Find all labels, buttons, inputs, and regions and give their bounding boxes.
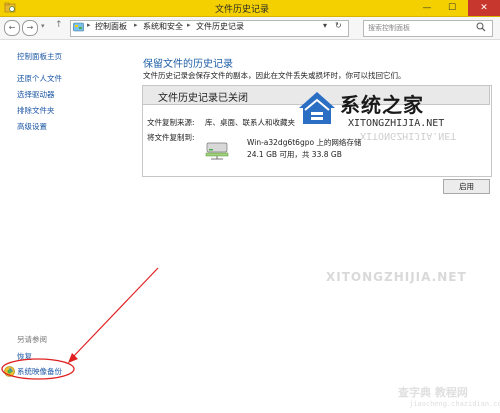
- breadcrumb-separator: ▸: [87, 21, 91, 29]
- enable-button[interactable]: 启用: [443, 179, 490, 194]
- search-icon[interactable]: [476, 22, 486, 32]
- close-button[interactable]: ✕: [468, 0, 500, 16]
- status-title: 文件历史记录已关闭: [158, 93, 248, 104]
- recovery-link[interactable]: 恢复: [17, 351, 32, 362]
- breadcrumb-control-panel[interactable]: 控制面板: [95, 21, 127, 32]
- network-drive-icon: [205, 142, 229, 160]
- maximize-button[interactable]: ☐: [440, 0, 464, 16]
- watermark-middle: XITONGZHIJIA.NET: [326, 270, 467, 284]
- watermark-url: XITONGZHIJIA.NET: [348, 118, 445, 129]
- address-dropdown-icon[interactable]: ▾: [323, 21, 327, 30]
- control-panel-icon: [73, 22, 84, 32]
- select-drive-link[interactable]: 选择驱动器: [17, 89, 55, 100]
- up-button[interactable]: ↑: [55, 20, 63, 30]
- advanced-settings-link[interactable]: 高级设置: [17, 121, 47, 132]
- watermark-brand: 系统之家: [340, 93, 424, 117]
- breadcrumb-separator: ▸: [187, 21, 191, 29]
- watermark-bottom-cn: 查字典 教程网: [398, 386, 468, 399]
- exclude-folders-link[interactable]: 排除文件夹: [17, 105, 55, 116]
- system-image-backup-link[interactable]: 系统映像备份: [17, 366, 62, 377]
- window-title: 文件历史记录: [215, 5, 270, 15]
- drive-space: 24.1 GB 可用，共 33.8 GB: [247, 150, 342, 159]
- drive-name: Win-a32dg6t6gpo 上的网络存储: [247, 138, 362, 147]
- copy-from-value: 库、桌面、联系人和收藏夹: [205, 118, 295, 127]
- watermark-logo: [299, 92, 335, 124]
- back-button[interactable]: ←: [4, 20, 20, 36]
- copy-from-label: 文件复制来源:: [147, 118, 195, 127]
- forward-button[interactable]: →: [22, 20, 38, 36]
- breadcrumb-system-security[interactable]: 系统和安全: [143, 21, 183, 32]
- copy-to-label: 将文件复制到:: [147, 133, 195, 142]
- breadcrumb-separator: ▸: [134, 21, 138, 29]
- page-heading: 保留文件的历史记录: [143, 59, 233, 70]
- system-image-backup-icon: [4, 366, 15, 377]
- page-description: 文件历史记录会保存文件的副本，因此在文件丢失或损坏时，你可以找回它们。: [143, 71, 406, 80]
- control-panel-home-link[interactable]: 控制面板主页: [17, 51, 62, 62]
- refresh-icon[interactable]: ↻: [335, 21, 342, 30]
- see-also-title: 另请参阅: [17, 335, 47, 344]
- file-history-icon: [4, 2, 16, 13]
- watermark-bottom-url: jiaocheng.chazidian.com: [409, 400, 500, 408]
- minimize-button[interactable]: —: [415, 0, 439, 16]
- recent-locations-icon[interactable]: ▾: [41, 22, 45, 30]
- search-input[interactable]: 搜索控制面板: [368, 23, 410, 33]
- watermark-url-reflection: XITONGZHIJIA.NET: [360, 130, 457, 141]
- restore-files-link[interactable]: 还原个人文件: [17, 73, 62, 84]
- breadcrumb-file-history[interactable]: 文件历史记录: [196, 21, 244, 32]
